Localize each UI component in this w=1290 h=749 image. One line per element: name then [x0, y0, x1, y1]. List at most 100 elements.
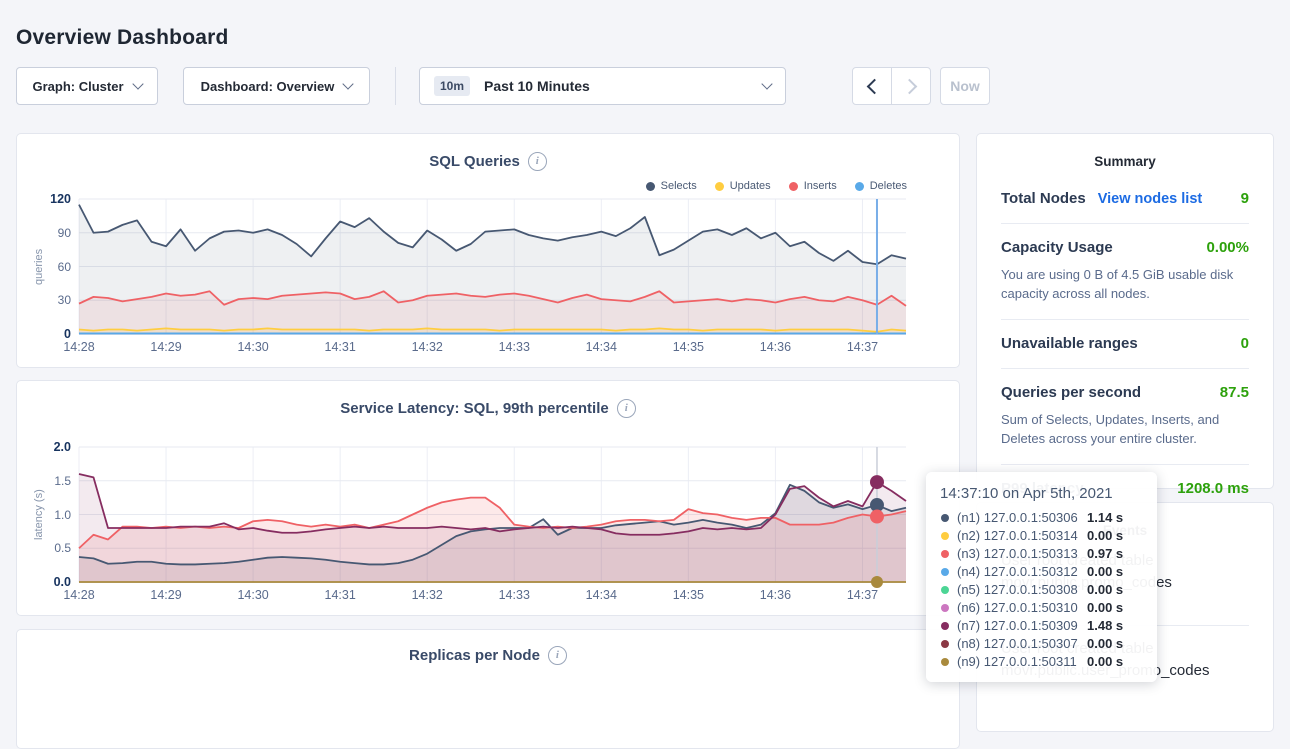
legend-label: Deletes — [870, 180, 907, 192]
tooltip-node-row: (n5) 127.0.0.1:50308 0.00 s — [940, 581, 1143, 599]
summary-row-qps: Queries per second 87.5 Sum of Selects, … — [1001, 369, 1249, 465]
sql-queries-plot[interactable]: 14:2814:2914:3014:3114:3214:3314:3414:35… — [79, 199, 906, 335]
info-icon[interactable]: i — [617, 399, 636, 418]
chart-svg — [79, 447, 906, 582]
info-icon[interactable]: i — [548, 646, 567, 665]
x-tick-label: 14:30 — [223, 588, 283, 602]
x-tick-label: 14:34 — [571, 340, 631, 354]
summary-row-total-nodes: Total Nodes View nodes list 9 — [1001, 175, 1249, 224]
dashboard-dropdown[interactable]: Dashboard: Overview — [183, 67, 370, 105]
legend-dot — [715, 182, 724, 191]
time-range-badge: 10m — [434, 76, 470, 96]
x-tick-label: 14:32 — [397, 588, 457, 602]
summary-value: 0.00% — [1206, 239, 1249, 256]
chart-title-text: Service Latency: SQL, 99th percentile — [340, 400, 608, 417]
x-tick-label: 14:37 — [832, 588, 892, 602]
time-range-selector[interactable]: 10m Past 10 Minutes — [419, 67, 786, 105]
graph-dropdown[interactable]: Graph: Cluster — [16, 67, 158, 105]
node-address: (n9) 127.0.0.1:50311 — [957, 653, 1077, 671]
node-latency-value: 0.00 s — [1087, 635, 1123, 653]
chevron-right-icon — [901, 78, 917, 94]
y-tick-label: 0.0 — [29, 575, 71, 589]
x-tick-label: 14:36 — [745, 588, 805, 602]
node-color-dot — [941, 658, 949, 666]
chevron-down-icon — [132, 78, 143, 89]
node-address: (n5) 127.0.0.1:50308 — [957, 581, 1078, 599]
y-tick-label: 60 — [29, 260, 71, 274]
x-tick-label: 14:29 — [136, 340, 196, 354]
sql-queries-title: SQL Queries i — [17, 152, 959, 171]
summary-label: Unavailable ranges — [1001, 335, 1138, 352]
legend-label: Updates — [730, 180, 771, 192]
x-tick-label: 14:31 — [310, 588, 370, 602]
hover-marker — [870, 510, 884, 524]
summary-description: You are using 0 B of 4.5 GiB usable disk… — [1001, 265, 1249, 303]
hover-marker — [870, 475, 884, 489]
node-color-dot — [941, 622, 949, 630]
legend-item-updates[interactable]: Updates — [715, 180, 771, 192]
summary-value: 0 — [1241, 335, 1249, 352]
node-address: (n4) 127.0.0.1:50312 — [957, 563, 1078, 581]
x-tick-label: 14:33 — [484, 588, 544, 602]
info-icon[interactable]: i — [528, 152, 547, 171]
node-address: (n7) 127.0.0.1:50309 — [957, 617, 1078, 635]
summary-value: 9 — [1241, 190, 1249, 207]
x-tick-label: 14:36 — [745, 340, 805, 354]
node-color-dot — [941, 550, 949, 558]
node-address: (n2) 127.0.0.1:50314 — [957, 527, 1078, 545]
tooltip-node-row: (n7) 127.0.0.1:50309 1.48 s — [940, 617, 1143, 635]
x-tick-label: 14:31 — [310, 340, 370, 354]
node-color-dot — [941, 532, 949, 540]
node-latency-value: 0.00 s — [1087, 581, 1123, 599]
service-latency-plot[interactable]: 14:2814:2914:3014:3114:3214:3314:3414:35… — [79, 447, 906, 583]
x-tick-label: 14:30 — [223, 340, 283, 354]
node-latency-value: 0.00 s — [1087, 599, 1123, 617]
summary-title: Summary — [977, 154, 1273, 169]
chevron-down-icon — [761, 78, 772, 89]
dashboard-dropdown-label: Dashboard: Overview — [201, 79, 335, 94]
view-nodes-list-link[interactable]: View nodes list — [1098, 191, 1203, 207]
legend-label: Inserts — [804, 180, 837, 192]
legend-dot — [789, 182, 798, 191]
legend-dot — [646, 182, 655, 191]
node-color-dot — [941, 514, 949, 522]
page-title: Overview Dashboard — [16, 26, 229, 50]
x-tick-label: 14:35 — [658, 588, 718, 602]
now-button[interactable]: Now — [940, 67, 990, 105]
x-tick-label: 14:34 — [571, 588, 631, 602]
y-tick-label: 1.5 — [29, 474, 71, 488]
legend-dot — [855, 182, 864, 191]
node-color-dot — [941, 640, 949, 648]
node-latency-value: 1.48 s — [1087, 617, 1123, 635]
tooltip-node-row: (n4) 127.0.0.1:50312 0.00 s — [940, 563, 1143, 581]
tooltip-node-row: (n8) 127.0.0.1:50307 0.00 s — [940, 635, 1143, 653]
prev-range-button[interactable] — [853, 68, 891, 104]
tooltip-node-row: (n1) 127.0.0.1:50306 1.14 s — [940, 509, 1143, 527]
summary-description: Sum of Selects, Updates, Inserts, and De… — [1001, 410, 1249, 448]
time-range-label: Past 10 Minutes — [484, 78, 590, 94]
y-tick-label: 30 — [29, 293, 71, 307]
y-tick-label: 2.0 — [29, 440, 71, 454]
legend-item-inserts[interactable]: Inserts — [789, 180, 837, 192]
tooltip-node-row: (n2) 127.0.0.1:50314 0.00 s — [940, 527, 1143, 545]
service-latency-title: Service Latency: SQL, 99th percentile i — [17, 399, 959, 418]
node-color-dot — [941, 586, 949, 594]
next-range-button[interactable] — [891, 68, 930, 104]
legend-item-selects[interactable]: Selects — [646, 180, 697, 192]
y-tick-label: 0 — [29, 327, 71, 341]
summary-value: 1208.0 ms — [1177, 480, 1249, 497]
legend-item-deletes[interactable]: Deletes — [855, 180, 907, 192]
x-tick-label: 14:28 — [49, 340, 109, 354]
replicas-per-node-card: Replicas per Node i — [16, 629, 960, 749]
x-tick-label: 14:33 — [484, 340, 544, 354]
tooltip-node-row: (n3) 127.0.0.1:50313 0.97 s — [940, 545, 1143, 563]
chart-svg — [79, 199, 906, 334]
hover-marker — [871, 576, 883, 588]
summary-value: 87.5 — [1220, 384, 1249, 401]
graph-dropdown-label: Graph: Cluster — [32, 79, 123, 94]
sql-queries-legend: Selects Updates Inserts Deletes — [646, 180, 907, 192]
y-tick-label: 120 — [29, 192, 71, 206]
node-latency-value: 0.00 s — [1087, 527, 1123, 545]
y-tick-label: 90 — [29, 226, 71, 240]
x-tick-label: 14:35 — [658, 340, 718, 354]
